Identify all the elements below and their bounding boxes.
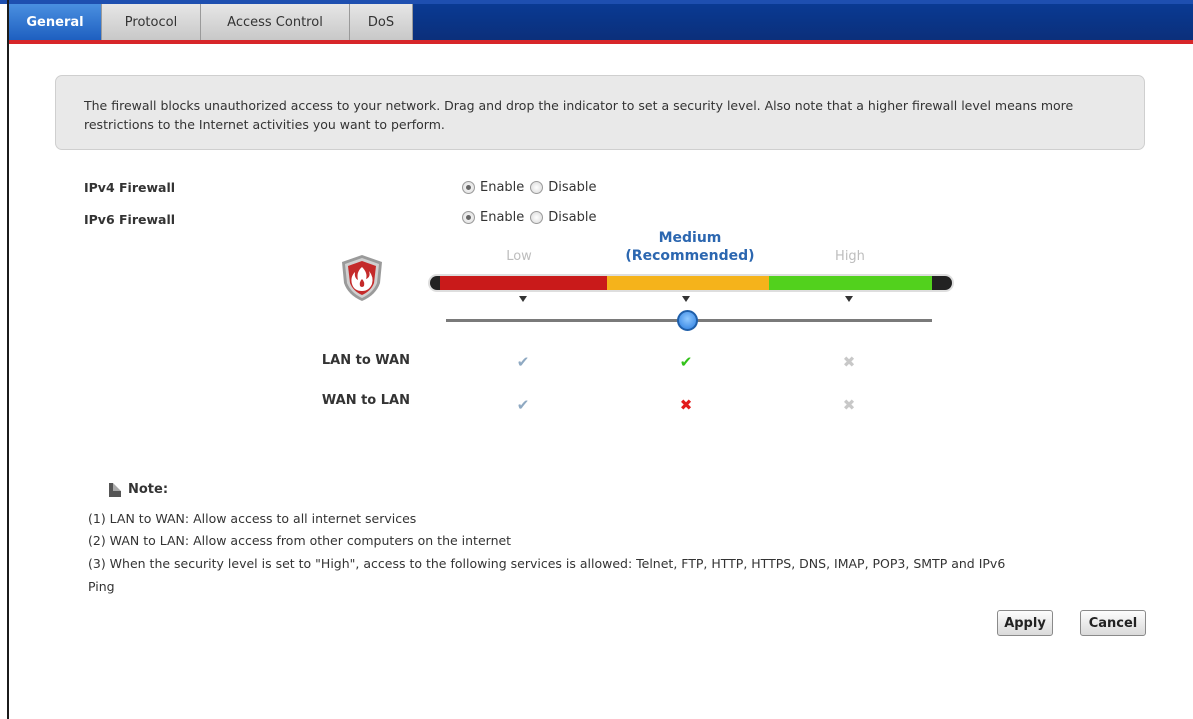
tab-access-control[interactable]: Access Control (201, 4, 350, 40)
ipv6-disable-radio[interactable] (530, 211, 544, 224)
ipv4-firewall-options: Enable Disable (462, 180, 603, 195)
level-low-label: Low (506, 249, 532, 264)
level-medium-label: Medium (Recommended) (620, 229, 760, 265)
ipv6-disable-label: Disable (548, 210, 597, 225)
ipv6-enable-radio[interactable] (462, 211, 475, 224)
firewall-shield-icon (342, 255, 382, 301)
cancel-button[interactable]: Cancel (1080, 610, 1146, 636)
apply-button[interactable]: Apply (997, 610, 1053, 636)
security-level-slider-handle[interactable] (677, 310, 698, 331)
firewall-general-page: General Protocol Access Control DoS The … (0, 0, 1193, 719)
level-medium-segment (607, 276, 769, 290)
lan-to-wan-medium-check-icon: ✔ (679, 353, 693, 371)
lan-to-wan-label: LAN to WAN (321, 353, 410, 368)
wan-to-lan-high-x-icon: ✖ (842, 396, 856, 414)
note-title: Note: (128, 482, 169, 497)
ipv4-disable-label: Disable (548, 180, 597, 195)
ipv6-firewall-options: Enable Disable (462, 210, 603, 225)
description-box: The firewall blocks unauthorized access … (55, 75, 1145, 150)
lan-to-wan-high-x-icon: ✖ (842, 353, 856, 371)
tab-general[interactable]: General (9, 4, 102, 40)
tab-dos[interactable]: DoS (350, 4, 413, 40)
level-high-label: High (835, 249, 865, 264)
ipv4-disable-radio[interactable] (530, 181, 544, 194)
note-line: Ping (88, 579, 115, 594)
low-pointer-icon (519, 296, 527, 302)
note-line: (2) WAN to LAN: Allow access from other … (88, 533, 512, 548)
level-high-segment (769, 276, 932, 290)
document-icon (109, 483, 121, 497)
level-low-segment (440, 276, 607, 290)
wan-to-lan-label: WAN to LAN (321, 393, 410, 408)
high-pointer-icon (845, 296, 853, 302)
ipv4-firewall-label: IPv4 Firewall (84, 180, 176, 195)
wan-to-lan-medium-x-icon: ✖ (679, 396, 693, 414)
wan-to-lan-low-check-icon: ✔ (516, 396, 530, 414)
ipv6-enable-label: Enable (480, 210, 525, 225)
ipv4-enable-label: Enable (480, 180, 525, 195)
note-line: (1) LAN to WAN: Allow access to all inte… (88, 511, 417, 526)
left-border (7, 0, 9, 719)
ipv4-enable-radio[interactable] (462, 181, 475, 194)
ipv6-firewall-label: IPv6 Firewall (84, 212, 176, 227)
level-medium-recommended: (Recommended) (625, 248, 755, 264)
tab-bar-underline (9, 40, 1193, 44)
level-medium-title: Medium (658, 230, 722, 246)
lan-to-wan-low-check-icon: ✔ (516, 353, 530, 371)
tab-protocol[interactable]: Protocol (102, 4, 201, 40)
note-line: (3) When the security level is set to "H… (88, 556, 1006, 571)
medium-pointer-icon (682, 296, 690, 302)
security-level-color-bar (430, 276, 952, 290)
